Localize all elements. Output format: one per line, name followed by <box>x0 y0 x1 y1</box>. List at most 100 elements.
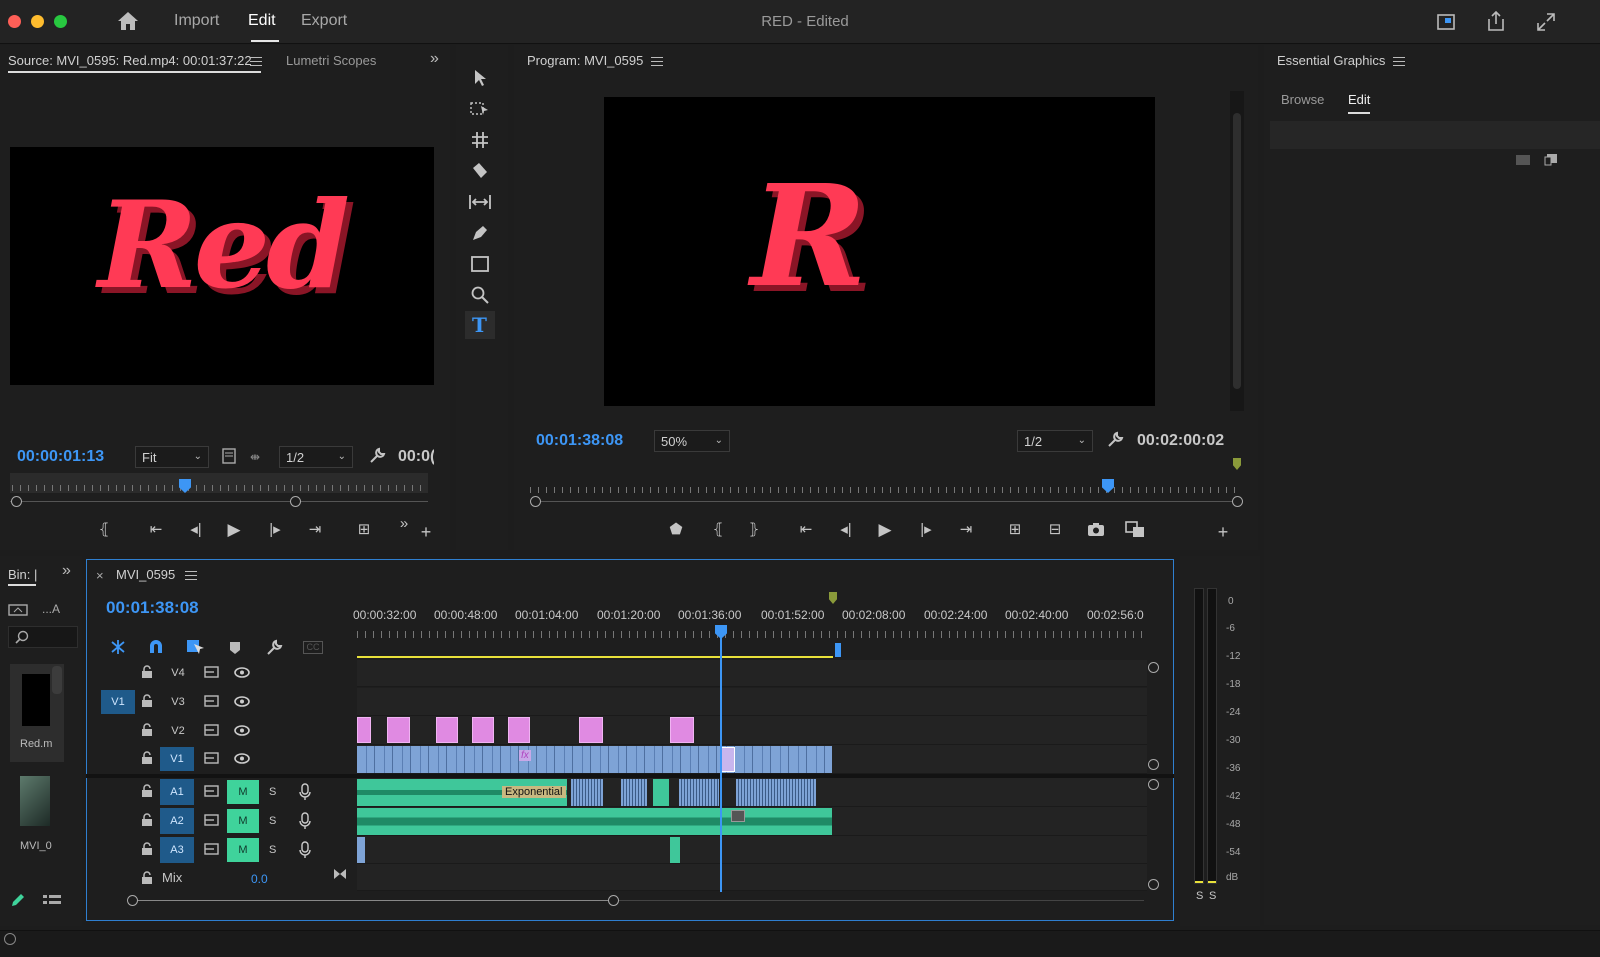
mix-volume-value[interactable]: 0.0 <box>251 872 268 886</box>
minimize-window-button[interactable] <box>31 15 44 28</box>
lock-icon[interactable] <box>141 784 153 798</box>
ripple-edit-tool-icon[interactable] <box>471 131 489 149</box>
source-zoom-bar[interactable] <box>10 501 428 502</box>
panel-menu-icon[interactable] <box>185 571 197 580</box>
mark-out-icon[interactable]: ⦄ <box>742 519 766 541</box>
new-folder-icon[interactable] <box>1516 155 1530 165</box>
source-tab-title[interactable]: Source: MVI_0595: Red.mp4: 00:01:37:22 <box>8 53 252 68</box>
mark-in-icon[interactable]: ⦃ <box>706 519 730 541</box>
add-button-icon[interactable]: + <box>414 521 438 543</box>
eye-icon[interactable] <box>234 753 250 764</box>
share-icon[interactable] <box>1486 10 1506 32</box>
track-a3[interactable] <box>357 836 1147 864</box>
extract-icon[interactable]: ⊟ <box>1043 519 1067 541</box>
list-view-icon[interactable] <box>42 894 62 906</box>
video-clip-v1[interactable] <box>357 746 832 773</box>
export-frame-icon[interactable] <box>1087 522 1105 537</box>
rectangle-tool-icon[interactable] <box>471 256 489 272</box>
program-tab-title[interactable]: Program: MVI_0595 <box>527 53 643 68</box>
sync-lock-icon[interactable] <box>204 666 219 678</box>
audio-clip-a1[interactable] <box>679 779 719 806</box>
sync-lock-icon[interactable] <box>204 785 219 797</box>
scrollbar-thumb[interactable] <box>52 666 62 694</box>
panel-menu-icon[interactable] <box>651 57 663 66</box>
sync-lock-icon[interactable] <box>204 752 219 764</box>
track-target-a3[interactable]: A3 <box>160 837 194 863</box>
new-layer-icon[interactable] <box>1544 153 1558 166</box>
eye-icon[interactable] <box>234 725 250 736</box>
fx-keyframe-icon[interactable] <box>731 810 745 822</box>
sync-lock-icon[interactable] <box>204 814 219 826</box>
wrench-icon[interactable] <box>1106 431 1124 449</box>
selection-tool-icon[interactable] <box>472 69 488 87</box>
audio-clip-a1[interactable] <box>736 779 816 806</box>
zoom-handle-left[interactable] <box>127 895 138 906</box>
work-area-bar[interactable] <box>357 656 833 658</box>
lock-icon[interactable] <box>141 751 153 765</box>
track-target-a1[interactable]: A1 <box>160 779 194 805</box>
audio-scroll-handle-top[interactable] <box>1148 779 1159 790</box>
add-marker-icon[interactable]: ⬟ <box>664 519 688 541</box>
graphic-clip[interactable] <box>670 717 694 743</box>
pencil-icon[interactable] <box>10 892 26 908</box>
razor-tool-icon[interactable] <box>471 162 489 180</box>
go-to-in-icon[interactable]: ⇤ <box>794 519 818 541</box>
graphic-clip[interactable] <box>387 717 410 743</box>
tab-browse[interactable]: Browse <box>1281 92 1324 107</box>
eye-icon[interactable] <box>234 696 250 707</box>
track-v4[interactable] <box>357 660 1147 687</box>
source-fit-dropdown[interactable]: Fit ⌄ <box>135 446 209 468</box>
bin-up-icon[interactable] <box>8 602 28 616</box>
workspace-tab-edit[interactable]: Edit <box>248 12 276 30</box>
panel-overflow-icon[interactable]: » <box>430 50 439 68</box>
zoom-handle-right[interactable] <box>608 895 619 906</box>
program-zoom-bar[interactable] <box>534 501 1238 502</box>
snap-magnet-icon[interactable] <box>148 639 164 655</box>
step-forward-icon[interactable]: |▸ <box>263 519 287 541</box>
program-resolution-dropdown[interactable]: 1/2 ⌄ <box>1017 430 1093 452</box>
solo-button-a3[interactable]: S <box>269 844 276 856</box>
lock-icon[interactable] <box>141 871 153 885</box>
go-to-in-icon[interactable]: ⇤ <box>144 519 168 541</box>
step-back-icon[interactable]: ◂| <box>834 519 858 541</box>
audio-scroll-handle-bottom[interactable] <box>1148 879 1159 890</box>
solo-right-button[interactable]: S <box>1209 890 1216 902</box>
timeline-zoom-scroll-thumb[interactable] <box>132 900 613 901</box>
lift-icon[interactable]: ⊞ <box>1003 519 1027 541</box>
sequence-tab[interactable]: MVI_0595 <box>116 567 175 582</box>
program-vertical-scrollbar[interactable] <box>1230 91 1244 411</box>
mute-button-a1[interactable]: M <box>227 780 259 804</box>
workspace-tab-export[interactable]: Export <box>301 12 347 30</box>
source-patch-v1[interactable]: V1 <box>101 690 135 714</box>
quick-export-icon[interactable] <box>1436 12 1456 32</box>
zoom-handle-right[interactable] <box>1232 496 1243 507</box>
out-point-handle[interactable] <box>835 643 841 657</box>
track-target-a2[interactable]: A2 <box>160 808 194 834</box>
lock-icon[interactable] <box>141 665 153 679</box>
eye-icon[interactable] <box>234 667 250 678</box>
scrollbar-thumb[interactable] <box>1233 113 1241 389</box>
program-playhead-timecode[interactable]: 00:01:38:08 <box>536 432 623 450</box>
track-target-v2[interactable]: V2 <box>164 720 192 742</box>
lock-icon[interactable] <box>141 694 153 708</box>
graphic-clip[interactable] <box>579 717 603 743</box>
track-v3[interactable] <box>357 688 1147 716</box>
transition-label[interactable]: Exponential <box>502 786 566 798</box>
close-sequence-icon[interactable]: × <box>96 568 104 583</box>
sync-lock-icon[interactable] <box>204 695 219 707</box>
timeline-playhead-line[interactable] <box>720 637 722 892</box>
graphic-clip[interactable] <box>472 717 494 743</box>
lock-icon[interactable] <box>141 813 153 827</box>
timeline-playhead-timecode[interactable]: 00:01:38:08 <box>106 598 199 618</box>
marker-icon[interactable] <box>1233 458 1241 470</box>
zoom-window-button[interactable] <box>54 15 67 28</box>
pen-tool-icon[interactable] <box>471 224 489 242</box>
mix-end-icon[interactable] <box>333 867 347 881</box>
source-playhead-timecode[interactable]: 00:00:01:13 <box>17 448 104 466</box>
track-select-tool-icon[interactable] <box>470 100 490 118</box>
add-button-icon[interactable]: + <box>1211 521 1235 543</box>
add-marker-icon[interactable] <box>229 641 241 655</box>
mute-button-a2[interactable]: M <box>227 809 259 833</box>
program-time-ruler[interactable] <box>530 477 1238 495</box>
audio-clip-a1[interactable] <box>653 779 669 806</box>
